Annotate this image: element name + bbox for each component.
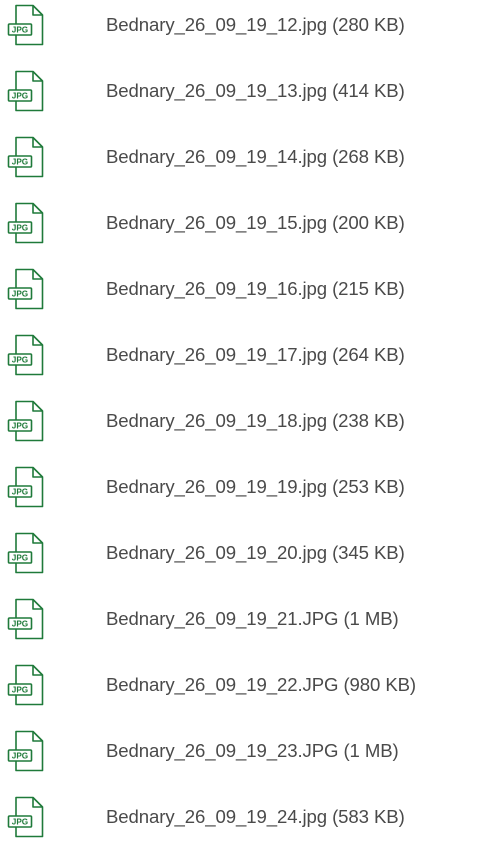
file-link[interactable]: Bednary_26_09_19_19.jpg (253 KB) xyxy=(106,476,405,498)
badge-text: JPG xyxy=(12,554,28,563)
badge-text: JPG xyxy=(12,620,28,629)
badge-text: JPG xyxy=(12,422,28,431)
list-item[interactable]: JPG Bednary_26_09_19_21.JPG (1 MB) xyxy=(0,594,482,644)
jpg-file-icon[interactable]: JPG xyxy=(7,4,45,46)
file-link[interactable]: Bednary_26_09_19_16.jpg (215 KB) xyxy=(106,278,405,300)
file-link[interactable]: Bednary_26_09_19_12.jpg (280 KB) xyxy=(106,14,405,36)
list-item[interactable]: JPG Bednary_26_09_19_18.jpg (238 KB) xyxy=(0,396,482,446)
badge-text: JPG xyxy=(12,488,28,497)
list-item[interactable]: JPG Bednary_26_09_19_24.jpg (583 KB) xyxy=(0,792,482,842)
jpg-file-icon[interactable]: JPG xyxy=(7,664,45,706)
list-item[interactable]: JPG Bednary_26_09_19_17.jpg (264 KB) xyxy=(0,330,482,380)
jpg-file-icon[interactable]: JPG xyxy=(7,796,45,838)
badge-text: JPG xyxy=(12,686,28,695)
jpg-file-icon[interactable]: JPG xyxy=(7,730,45,772)
list-item[interactable]: JPG Bednary_26_09_19_13.jpg (414 KB) xyxy=(0,66,482,116)
list-item[interactable]: JPG Bednary_26_09_19_16.jpg (215 KB) xyxy=(0,264,482,314)
list-item[interactable]: JPG Bednary_26_09_19_12.jpg (280 KB) xyxy=(0,0,482,50)
badge-text: JPG xyxy=(12,224,28,233)
badge-text: JPG xyxy=(12,92,28,101)
list-item[interactable]: JPG Bednary_26_09_19_22.JPG (980 KB) xyxy=(0,660,482,710)
file-link[interactable]: Bednary_26_09_19_15.jpg (200 KB) xyxy=(106,212,405,234)
jpg-file-icon[interactable]: JPG xyxy=(7,70,45,112)
file-link[interactable]: Bednary_26_09_19_14.jpg (268 KB) xyxy=(106,146,405,168)
jpg-file-icon[interactable]: JPG xyxy=(7,136,45,178)
list-item[interactable]: JPG Bednary_26_09_19_15.jpg (200 KB) xyxy=(0,198,482,248)
file-link[interactable]: Bednary_26_09_19_23.JPG (1 MB) xyxy=(106,740,399,762)
list-item[interactable]: JPG Bednary_26_09_19_23.JPG (1 MB) xyxy=(0,726,482,776)
file-link[interactable]: Bednary_26_09_19_17.jpg (264 KB) xyxy=(106,344,405,366)
badge-text: JPG xyxy=(12,26,28,35)
jpg-file-icon[interactable]: JPG xyxy=(7,400,45,442)
list-item[interactable]: JPG Bednary_26_09_19_14.jpg (268 KB) xyxy=(0,132,482,182)
badge-text: JPG xyxy=(12,158,28,167)
badge-text: JPG xyxy=(12,290,28,299)
file-list: JPG Bednary_26_09_19_12.jpg (280 KB) JPG… xyxy=(0,0,482,850)
jpg-file-icon[interactable]: JPG xyxy=(7,334,45,376)
badge-text: JPG xyxy=(12,818,28,827)
jpg-file-icon[interactable]: JPG xyxy=(7,598,45,640)
jpg-file-icon[interactable]: JPG xyxy=(7,532,45,574)
jpg-file-icon[interactable]: JPG xyxy=(7,268,45,310)
file-link[interactable]: Bednary_26_09_19_13.jpg (414 KB) xyxy=(106,80,405,102)
jpg-file-icon[interactable]: JPG xyxy=(7,202,45,244)
badge-text: JPG xyxy=(12,356,28,365)
file-link[interactable]: Bednary_26_09_19_22.JPG (980 KB) xyxy=(106,674,416,696)
badge-text: JPG xyxy=(12,752,28,761)
file-link[interactable]: Bednary_26_09_19_21.JPG (1 MB) xyxy=(106,608,399,630)
file-link[interactable]: Bednary_26_09_19_18.jpg (238 KB) xyxy=(106,410,405,432)
list-item[interactable]: JPG Bednary_26_09_19_20.jpg (345 KB) xyxy=(0,528,482,578)
file-link[interactable]: Bednary_26_09_19_24.jpg (583 KB) xyxy=(106,806,405,828)
list-item[interactable]: JPG Bednary_26_09_19_19.jpg (253 KB) xyxy=(0,462,482,512)
jpg-file-icon[interactable]: JPG xyxy=(7,466,45,508)
file-link[interactable]: Bednary_26_09_19_20.jpg (345 KB) xyxy=(106,542,405,564)
